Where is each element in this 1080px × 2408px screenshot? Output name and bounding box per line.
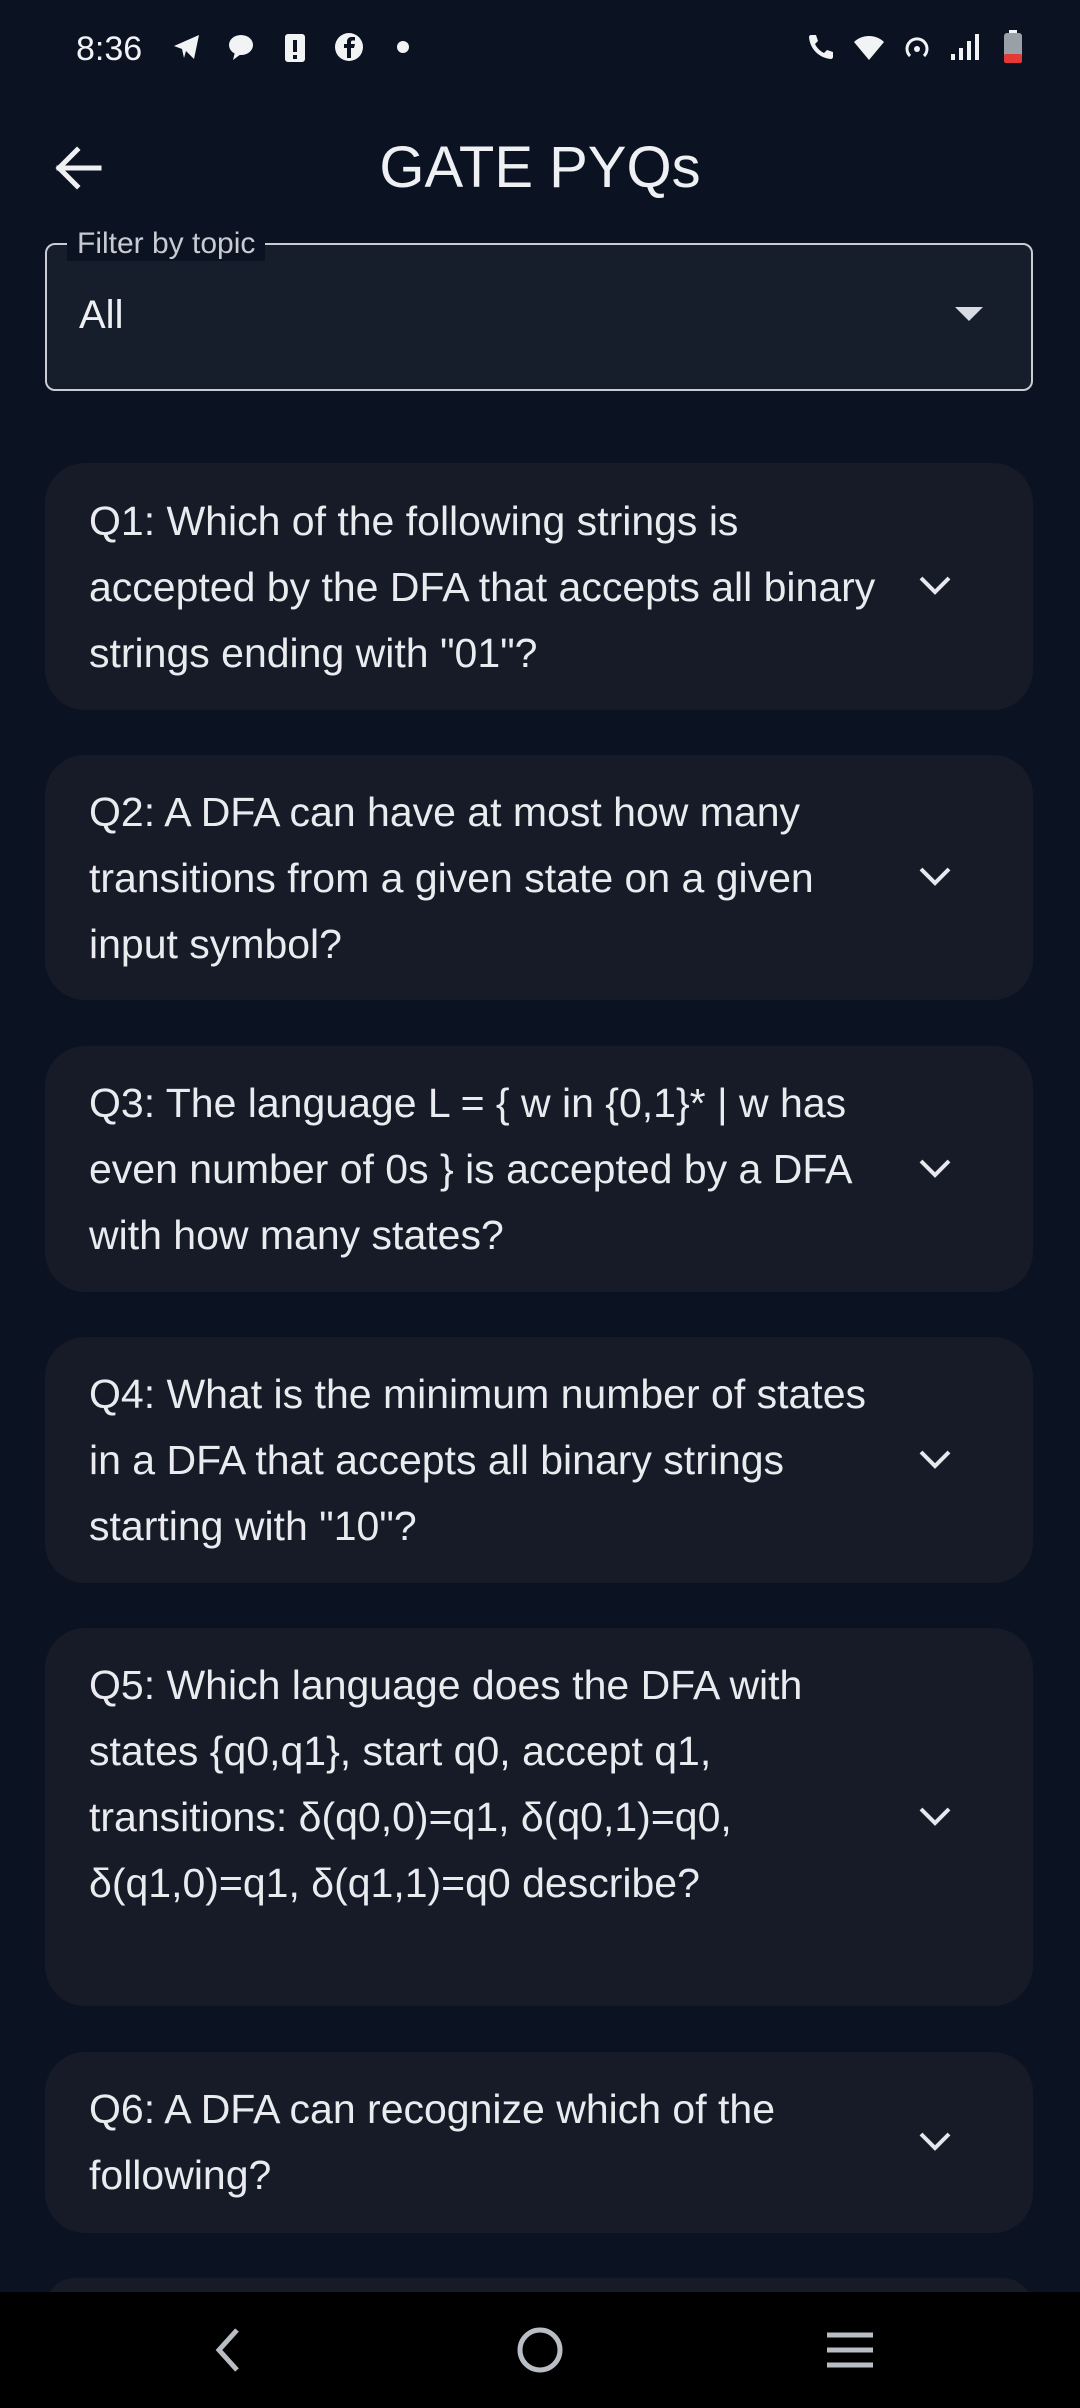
- status-left-icons: [170, 30, 420, 64]
- filter-value: All: [79, 293, 124, 337]
- status-time: 8:36: [76, 30, 143, 68]
- question-text: Q2: A DFA can have at most how many tran…: [89, 789, 814, 967]
- nav-recents-icon: [827, 2332, 873, 2368]
- nav-home-button[interactable]: [500, 2320, 580, 2380]
- hotspot-icon: [900, 30, 934, 64]
- app-bar: GATE PYQs: [0, 110, 1080, 220]
- battery-icon: [996, 30, 1030, 64]
- chat-bubble-icon: [224, 30, 258, 64]
- nav-back-button[interactable]: [188, 2320, 268, 2380]
- question-card-6[interactable]: Q6: A DFA can recognize which of the fol…: [45, 2052, 1033, 2233]
- chevron-down-icon[interactable]: [915, 857, 955, 897]
- status-right-icons: [804, 30, 1030, 64]
- question-card-5[interactable]: Q5: Which language does the DFA with sta…: [45, 1628, 1033, 2006]
- wifi-call-icon: [804, 30, 838, 64]
- question-card-4[interactable]: Q4: What is the minimum number of states…: [45, 1337, 1033, 1583]
- status-bar: 8:36: [0, 0, 1080, 100]
- battery-alert-icon: [278, 30, 312, 64]
- nav-back-icon: [215, 2328, 239, 2372]
- question-text: Q3: The language L = { w in {0,1}* | w h…: [89, 1080, 851, 1258]
- chevron-down-icon[interactable]: [915, 1149, 955, 1189]
- dot-icon: [386, 30, 420, 64]
- system-nav-bar: [0, 2292, 1080, 2408]
- dropdown-arrow-icon: [955, 307, 983, 321]
- question-card-1[interactable]: Q1: Which of the following strings is ac…: [45, 463, 1033, 710]
- page-title: GATE PYQs: [379, 135, 701, 200]
- telegram-icon: [170, 30, 204, 64]
- nav-recents-button[interactable]: [810, 2320, 890, 2380]
- wifi-icon: [852, 30, 886, 64]
- signal-icon: [948, 30, 982, 64]
- question-card-2[interactable]: Q2: A DFA can have at most how many tran…: [45, 755, 1033, 1000]
- topic-filter-dropdown[interactable]: Filter by topic All: [45, 227, 1033, 391]
- facebook-icon: [332, 30, 366, 64]
- chevron-down-icon[interactable]: [915, 2122, 955, 2162]
- chevron-down-icon[interactable]: [915, 1797, 955, 1837]
- question-text: Q6: A DFA can recognize which of the fol…: [89, 2086, 776, 2198]
- chevron-down-icon[interactable]: [915, 566, 955, 606]
- nav-home-icon: [517, 2327, 563, 2373]
- chevron-down-icon[interactable]: [915, 1440, 955, 1480]
- question-text: Q4: What is the minimum number of states…: [89, 1371, 866, 1549]
- question-card-3[interactable]: Q3: The language L = { w in {0,1}* | w h…: [45, 1046, 1033, 1292]
- question-text: Q1: Which of the following strings is ac…: [89, 498, 876, 676]
- filter-label: Filter by topic: [67, 227, 266, 261]
- question-text: Q5: Which language does the DFA with sta…: [89, 1662, 803, 1906]
